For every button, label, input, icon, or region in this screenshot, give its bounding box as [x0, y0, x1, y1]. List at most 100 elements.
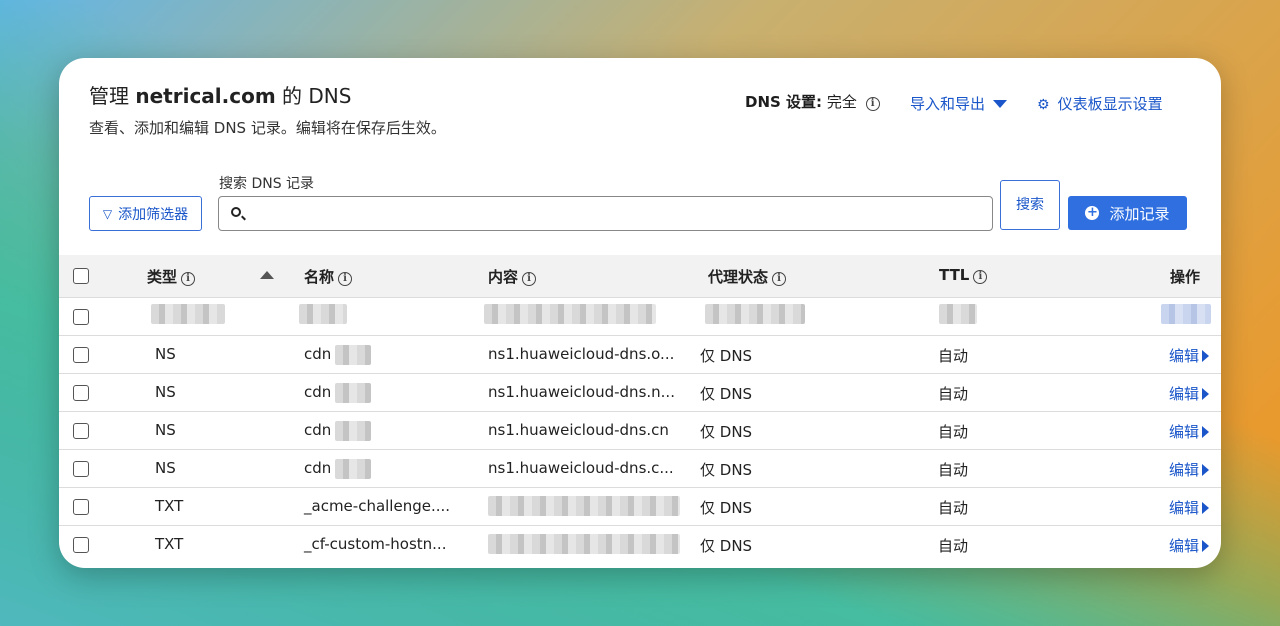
info-icon[interactable]: i: [865, 97, 880, 111]
title-suffix: 的 DNS: [282, 84, 352, 108]
column-content[interactable]: 内容 i: [488, 266, 537, 287]
table-row: TXT _acme-challenge.... 仅 DNS 自动 编辑: [59, 487, 1221, 525]
redacted-content: [484, 304, 656, 324]
record-name-text: cdn: [304, 421, 332, 439]
column-actions: 操作: [1170, 268, 1201, 286]
title-prefix: 管理: [89, 84, 129, 108]
record-name-text: cdn: [304, 459, 332, 477]
redacted-name-suffix: [335, 345, 371, 365]
edit-label: 编辑: [1168, 461, 1199, 479]
column-ttl-label: TTL: [939, 266, 970, 284]
column-proxy-label: 代理状态: [708, 268, 769, 286]
redacted-name-suffix: [335, 383, 371, 403]
row-checkbox[interactable]: [73, 347, 89, 363]
column-name[interactable]: 名称 i: [304, 266, 353, 287]
caret-down-icon: [993, 100, 1008, 108]
arrow-right-icon: [1202, 540, 1209, 552]
redacted-name-suffix: [335, 459, 371, 479]
row-checkbox[interactable]: [73, 309, 89, 325]
search-icon: [231, 207, 241, 217]
record-type: NS: [155, 345, 176, 363]
add-filter-label: 添加筛选器: [118, 206, 189, 223]
arrow-right-icon: [1202, 464, 1209, 476]
arrow-right-icon: [1202, 350, 1209, 362]
search-label: 搜索 DNS 记录: [219, 176, 315, 192]
info-icon: i: [338, 272, 353, 286]
dns-setting: DNS 设置: 完全 i: [745, 91, 880, 112]
record-content: ns1.huaweicloud-dns.o...: [488, 345, 675, 363]
edit-label: 编辑: [1168, 499, 1199, 517]
edit-link[interactable]: 编辑: [1169, 383, 1209, 404]
edit-label: 编辑: [1168, 385, 1199, 403]
add-record-label: 添加记录: [1109, 204, 1170, 223]
redacted-name: [299, 304, 347, 324]
table-row: NS cdn ns1.huaweicloud-dns.cn 仅 DNS 自动 编…: [59, 411, 1221, 449]
edit-label: 编辑: [1168, 537, 1199, 555]
record-name: _acme-challenge....: [304, 497, 451, 515]
search-button[interactable]: 搜索: [1000, 180, 1060, 230]
search-field[interactable]: [218, 196, 993, 231]
table-row: NS cdn ns1.huaweicloud-dns.o... 仅 DNS 自动…: [59, 335, 1221, 373]
record-ttl: 自动: [938, 385, 969, 403]
column-proxy[interactable]: 代理状态 i: [708, 266, 787, 287]
record-ttl: 自动: [938, 423, 969, 441]
domain-name: netrical.com: [135, 84, 276, 108]
record-name: cdn: [304, 383, 331, 401]
arrow-right-icon: [1202, 426, 1209, 438]
add-filter-button[interactable]: ▽ 添加筛选器: [89, 196, 202, 231]
add-record-button[interactable]: + 添加记录: [1068, 196, 1187, 230]
redacted-name-suffix: [335, 421, 371, 441]
edit-link[interactable]: 编辑: [1169, 421, 1209, 442]
info-icon: i: [181, 272, 196, 286]
record-type: TXT: [155, 535, 184, 553]
table-row: NS cdn ns1.huaweicloud-dns.c... 仅 DNS 自动…: [59, 449, 1221, 487]
edit-link[interactable]: 编辑: [1169, 535, 1209, 556]
record-name: cdn: [304, 421, 331, 439]
redacted-content: [488, 534, 680, 554]
column-ttl[interactable]: TTL i: [939, 266, 988, 284]
row-checkbox[interactable]: [73, 499, 89, 515]
sort-up-icon[interactable]: [260, 271, 274, 279]
gear-icon: ⚙: [1037, 97, 1050, 113]
redacted-proxy: [705, 304, 805, 324]
redacted-ttl: [939, 304, 977, 324]
row-checkbox[interactable]: [73, 461, 89, 477]
info-icon: i: [522, 272, 537, 286]
dns-setting-label: DNS 设置:: [745, 93, 823, 111]
edit-link[interactable]: 编辑: [1169, 497, 1209, 518]
record-ttl: 自动: [938, 499, 969, 517]
record-ttl: 自动: [938, 461, 969, 479]
table-row: [59, 297, 1221, 335]
record-content: ns1.huaweicloud-dns.c...: [488, 459, 674, 477]
record-proxy: 仅 DNS: [700, 423, 753, 441]
dns-setting-value: 完全: [826, 93, 857, 111]
search-input[interactable]: [255, 201, 975, 227]
dashboard-settings-link[interactable]: ⚙ 仪表板显示设置: [1037, 93, 1163, 114]
edit-label: 编辑: [1168, 347, 1199, 365]
record-ttl: 自动: [938, 537, 969, 555]
row-checkbox[interactable]: [73, 385, 89, 401]
record-ttl: 自动: [938, 347, 969, 365]
record-content: ns1.huaweicloud-dns.cn: [488, 421, 669, 439]
import-export-label: 导入和导出: [910, 95, 986, 113]
arrow-right-icon: [1202, 388, 1209, 400]
record-name: cdn: [304, 459, 331, 477]
redacted-edit-link[interactable]: [1161, 304, 1211, 324]
edit-link[interactable]: 编辑: [1169, 459, 1209, 480]
record-proxy: 仅 DNS: [700, 347, 753, 365]
edit-label: 编辑: [1168, 423, 1199, 441]
row-checkbox[interactable]: [73, 423, 89, 439]
record-proxy: 仅 DNS: [700, 499, 753, 517]
row-checkbox[interactable]: [73, 537, 89, 553]
dns-management-card: 管理 netrical.com 的 DNS 查看、添加和编辑 DNS 记录。编辑…: [59, 58, 1221, 568]
filter-icon: ▽: [102, 206, 113, 221]
column-type[interactable]: 类型 i: [147, 266, 196, 287]
import-export-dropdown[interactable]: 导入和导出: [910, 93, 1008, 114]
column-name-label: 名称: [304, 268, 335, 286]
record-name-text: cdn: [304, 383, 332, 401]
select-all-checkbox[interactable]: [73, 268, 89, 284]
table-row: NS cdn ns1.huaweicloud-dns.n... 仅 DNS 自动…: [59, 373, 1221, 411]
edit-link[interactable]: 编辑: [1169, 345, 1209, 366]
record-type: NS: [155, 383, 176, 401]
record-proxy: 仅 DNS: [700, 537, 753, 555]
